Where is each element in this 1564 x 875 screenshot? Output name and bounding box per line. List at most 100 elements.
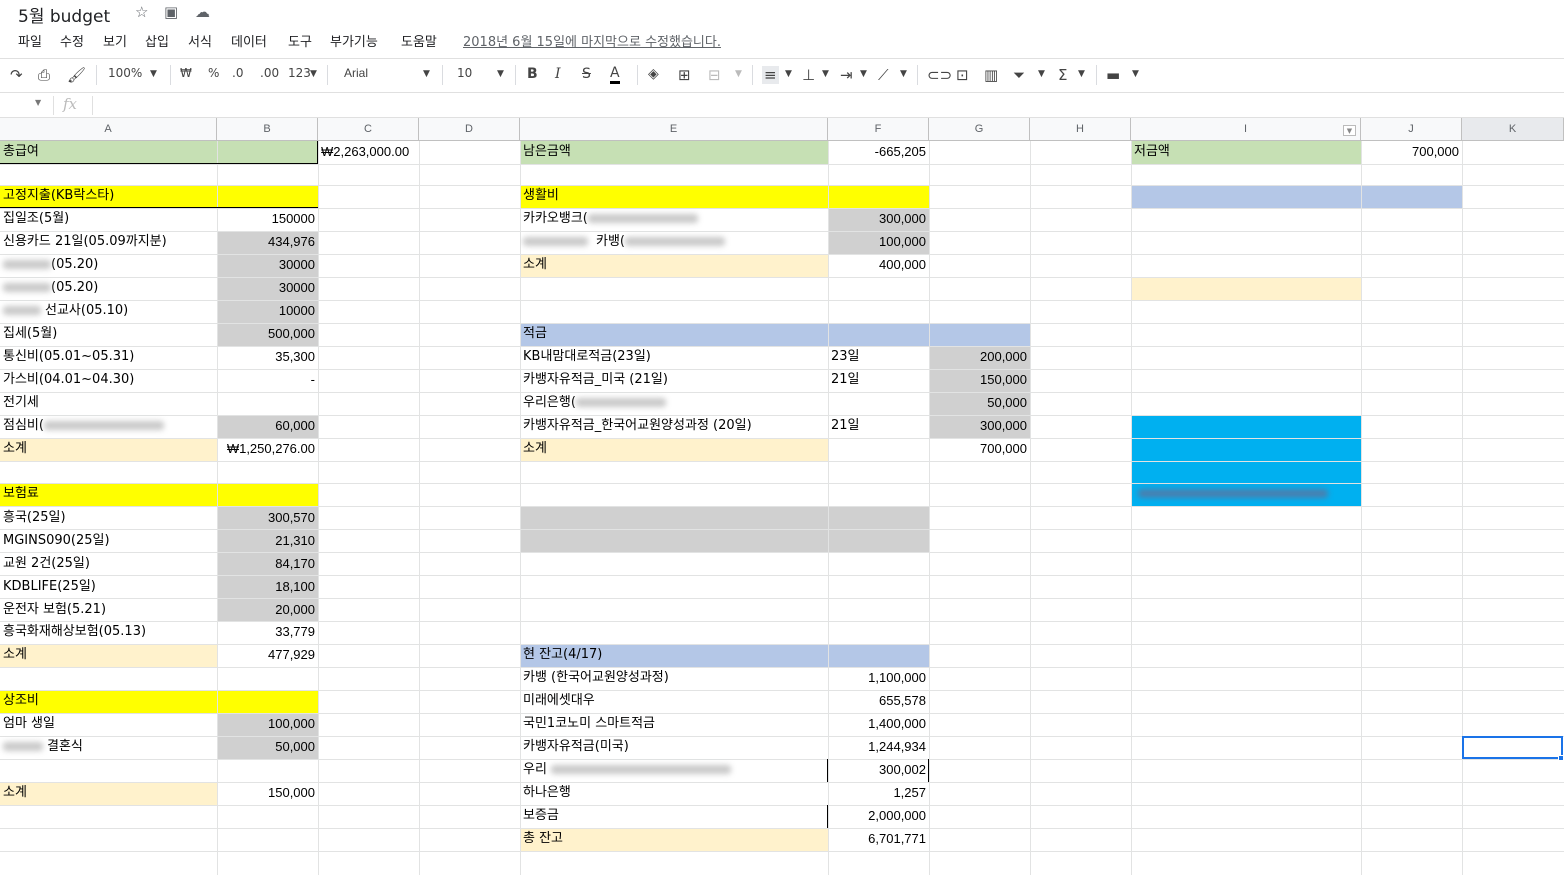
cell-label-blurred[interactable]: (05.20) xyxy=(0,277,217,299)
link-icon[interactable]: ⊂⊃ xyxy=(927,66,952,84)
menu-tools[interactable]: 도구 xyxy=(288,31,312,50)
column-header-f[interactable]: F xyxy=(828,118,929,141)
cell-label[interactable]: 카뱅 (한국어교원양성과정) xyxy=(520,667,828,689)
cell-value[interactable]: 30000 xyxy=(217,254,318,276)
chart-icon[interactable]: ▥ xyxy=(984,66,998,84)
cell-subtotal-label[interactable]: 소계 xyxy=(0,644,217,666)
italic-icon[interactable]: I xyxy=(555,66,561,82)
cell-label[interactable]: 국민1코노미 스마트적금 xyxy=(520,713,828,735)
star-icon[interactable]: ☆ xyxy=(135,3,148,21)
cell-value[interactable]: 33,779 xyxy=(217,621,318,643)
cloud-status-icon[interactable]: ☁ xyxy=(195,3,210,21)
cell-value[interactable]: 20,000 xyxy=(217,599,318,621)
borders-icon[interactable]: ⊞ xyxy=(678,66,691,84)
column-header-b[interactable]: B xyxy=(217,118,318,141)
menu-format[interactable]: 서식 xyxy=(188,31,212,50)
more-formats-button[interactable]: 123 xyxy=(288,66,311,80)
cell-savings-header[interactable]: 적금 xyxy=(520,323,828,345)
column-header-g[interactable]: G xyxy=(929,118,1030,141)
cell-subtotal-label[interactable]: 소계 xyxy=(520,254,828,276)
cell-value[interactable]: 200,000 xyxy=(929,346,1030,368)
currency-format-button[interactable]: ₩ xyxy=(180,66,192,80)
cell-value[interactable]: 655,578 xyxy=(828,690,929,712)
cell-value[interactable]: 300,000 xyxy=(828,208,929,230)
cell-value[interactable]: 1,400,000 xyxy=(828,713,929,735)
name-box-dropdown-icon[interactable]: ▼ xyxy=(35,98,41,107)
increase-decimal-button[interactable]: .00 xyxy=(260,66,279,80)
cell-subtotal-value[interactable]: 700,000 xyxy=(929,438,1030,460)
cell-value[interactable]: 10000 xyxy=(217,300,318,322)
column-header-h[interactable]: H xyxy=(1030,118,1131,141)
menu-view[interactable]: 보기 xyxy=(103,31,127,50)
cell-label[interactable]: KB내맘대로적금(23일) xyxy=(520,346,828,368)
cell-label[interactable]: 흥국화재해상보험(05.13) xyxy=(0,621,217,643)
font-select[interactable]: Arial xyxy=(344,66,368,80)
cell-label[interactable]: 카뱅자유적금_미국 (21일) xyxy=(520,369,828,391)
cell-label[interactable]: 신용카드 21일(05.09까지분) xyxy=(0,231,217,253)
cell-value[interactable]: 35,300 xyxy=(217,346,318,368)
cell-balance-header[interactable]: 현 잔고(4/17) xyxy=(520,644,929,666)
column-header-c[interactable]: C xyxy=(318,118,419,141)
cell-fixed-expense-header[interactable]: 고정지출(KB락스타) xyxy=(0,185,318,207)
cell-remaining-value[interactable]: -665,205 xyxy=(828,141,929,163)
filter-dropdown-icon[interactable]: ▼ xyxy=(1343,125,1356,136)
cell-label-blurred[interactable]: 우리 xyxy=(520,759,828,781)
cell-value[interactable]: 60,000 xyxy=(217,415,318,437)
cell-label-blurred[interactable]: 선교사(05.10) xyxy=(0,300,217,322)
cell-label[interactable]: 하나은행 xyxy=(520,782,828,804)
column-header-i[interactable]: I xyxy=(1131,118,1361,141)
cell-label[interactable]: 엄마 생일 xyxy=(0,713,217,735)
move-folder-icon[interactable]: ▣ xyxy=(164,3,178,21)
fill-handle[interactable] xyxy=(1558,755,1564,761)
cell-label[interactable]: 집세(5월) xyxy=(0,323,217,345)
cell-value[interactable]: 1,244,934 xyxy=(828,736,929,758)
cell-value[interactable]: 21,310 xyxy=(217,530,318,552)
cell-subtotal-value[interactable]: 477,929 xyxy=(217,644,318,666)
merge-cells-icon[interactable]: ⊟ xyxy=(708,66,721,84)
cell-savings-amount-label[interactable]: 저금액 xyxy=(1131,141,1361,163)
cell-label[interactable]: 카뱅자유적금(미국) xyxy=(520,736,828,758)
functions-icon[interactable]: Σ xyxy=(1058,66,1067,84)
last-edit-link[interactable]: 2018년 6월 15일에 마지막으로 수정했습니다. xyxy=(463,31,721,50)
paint-format-icon[interactable]: 🖌 xyxy=(67,66,86,84)
menu-insert[interactable]: 삽입 xyxy=(145,31,169,50)
cell-subtotal-value[interactable]: 400,000 xyxy=(828,254,929,276)
comment-icon[interactable]: ⊡ xyxy=(956,66,969,84)
redo-icon[interactable]: ↷ xyxy=(10,66,23,84)
cell-savings-amount-value[interactable]: 700,000 xyxy=(1361,141,1462,163)
text-color-icon[interactable]: A xyxy=(610,66,620,84)
cell-value[interactable]: 150,000 xyxy=(929,369,1030,391)
cell-label-blurred[interactable]: 우리은행( xyxy=(520,392,828,414)
formula-input[interactable] xyxy=(94,94,1554,116)
cell-value[interactable]: 84,170 xyxy=(217,553,318,575)
cell-value[interactable]: 50,000 xyxy=(217,736,318,758)
cell-value[interactable]: 2,000,000 xyxy=(828,805,929,827)
cell-label-blurred[interactable]: 카카오뱅크( xyxy=(520,208,828,230)
cell-subtotal-value[interactable]: 150,000 xyxy=(217,782,318,804)
cell-day[interactable]: 21일 xyxy=(828,369,929,391)
cell-value[interactable]: 1,257 xyxy=(828,782,929,804)
cell-label-blurred[interactable]: (05.20) xyxy=(0,254,217,276)
cell-condolence-header[interactable]: 상조비 xyxy=(0,690,318,712)
cell-value[interactable]: 300,002 xyxy=(828,759,929,781)
column-header-d[interactable]: D xyxy=(419,118,520,141)
vertical-align-icon[interactable]: ⊥ xyxy=(802,66,815,84)
cell-value[interactable]: 100,000 xyxy=(217,713,318,735)
selected-cell[interactable] xyxy=(1462,736,1563,759)
column-header-j[interactable]: J xyxy=(1361,118,1462,141)
strikethrough-icon[interactable]: S xyxy=(582,66,591,82)
cell-total-balance-label[interactable]: 총 잔고 xyxy=(520,828,828,850)
menu-help[interactable]: 도움말 xyxy=(401,31,437,50)
cell-value[interactable]: 30000 xyxy=(217,277,318,299)
column-header-a[interactable]: A xyxy=(0,118,217,141)
cell-value[interactable]: 300,000 xyxy=(929,415,1030,437)
fill-color-icon[interactable]: ◈ xyxy=(648,66,659,82)
cell-label[interactable]: 흥국(25일) xyxy=(0,507,217,529)
cell-value[interactable]: 1,100,000 xyxy=(828,667,929,689)
text-wrap-icon[interactable]: ⇥ xyxy=(840,66,853,84)
percent-format-button[interactable]: % xyxy=(208,66,219,80)
spreadsheet-grid[interactable]: A B C D E F G H I J K ▼ 총급여 ₩2,263,000.0… xyxy=(0,118,1564,875)
menu-data[interactable]: 데이터 xyxy=(231,31,267,50)
cell-label-blurred[interactable]: 카뱅( xyxy=(520,231,828,253)
cell-label-blurred[interactable]: 점심비( xyxy=(0,415,217,437)
